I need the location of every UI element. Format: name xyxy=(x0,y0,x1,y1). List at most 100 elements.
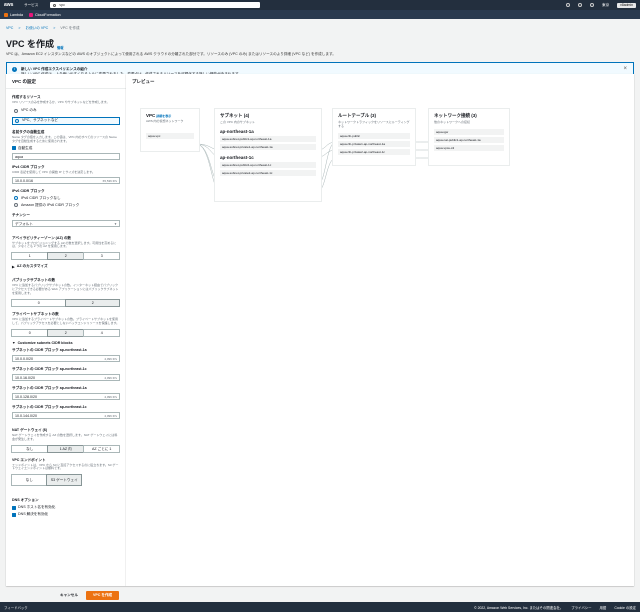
favorites-bar: Lambda CloudFormation xyxy=(0,10,640,19)
info-link[interactable]: 情報 xyxy=(57,45,63,50)
search-input[interactable]: vpc xyxy=(50,2,261,8)
footer-bar: フィードバック © 2022, Amazon Web Services, Inc… xyxy=(0,602,640,612)
favorite-cloudformation[interactable]: CloudFormation xyxy=(29,12,61,17)
cidr-input[interactable]: 10.0.0.0/20 4,096 IPs xyxy=(12,354,120,362)
cidr-value: 10.0.0.0/20 xyxy=(15,356,33,361)
az-customize-toggle[interactable]: ▶ AZ のカスタマイズ xyxy=(12,264,120,269)
radio-amazon-ipv6[interactable]: Amazon 提供の IPv6 CIDR ブロック xyxy=(12,203,120,208)
cidr-customize-toggle[interactable]: ▼ Customize subnets CIDR blocks xyxy=(12,341,120,345)
dns-resolution-checkbox[interactable]: DNS 解決を有効化 xyxy=(12,512,120,517)
page-title: VPC を作成 xyxy=(6,39,55,49)
radio-selected-icon xyxy=(15,118,19,123)
cidr-ip-count: 4,096 IPs xyxy=(104,413,117,418)
account-menu[interactable]: v8admin xyxy=(617,2,636,8)
checkbox-label: DNS 解決を有効化 xyxy=(18,512,49,517)
private-option-4[interactable]: 4 xyxy=(83,328,120,337)
az-option-2[interactable]: 2 xyxy=(47,252,84,261)
ipv4-label: IPv4 CIDR ブロック xyxy=(12,164,45,169)
vpc-card-title: VPC xyxy=(146,113,156,118)
preview-network-card: ネットワーク接続 (3) 他のネットワークへの接続 aqua-igw aqua-… xyxy=(428,108,510,166)
cancel-button[interactable]: キャンセル xyxy=(60,591,78,600)
nat-option-per-az[interactable]: AZ ごとに 1 xyxy=(83,444,120,453)
endpoint-option-s3[interactable]: S3 ゲートウェイ xyxy=(46,474,82,487)
help-icon[interactable] xyxy=(589,3,594,7)
privacy-link[interactable]: プライバシー xyxy=(571,605,591,610)
checkbox-label: DNS ホスト名を有効化 xyxy=(18,505,56,510)
radio-vpc-and-more[interactable]: VPC、サブネットなど xyxy=(12,116,120,125)
nat-option-none[interactable]: なし xyxy=(11,444,48,453)
az-1a-heading: ap-northeast-1a xyxy=(220,129,254,134)
ipv4-cidr-input[interactable]: 10.0.0.0/16 65,536 IPs xyxy=(12,176,120,184)
public-subnet-selector: 0 2 xyxy=(11,299,120,308)
public-option-0[interactable]: 0 xyxy=(11,299,66,308)
preview-subnets-card: サブネット (4) この VPC 内のサブネット ap-northeast-1a… xyxy=(214,108,322,202)
services-menu[interactable]: サービス xyxy=(24,3,38,8)
cidr-label: サブネットの CIDR ブロック ap-northeast-1c xyxy=(12,404,87,409)
lambda-icon xyxy=(4,12,8,17)
cidr-input[interactable]: 10.0.144.0/20 4,096 IPs xyxy=(12,411,120,419)
subnet-resource: aqua-subnet-private2-ap-northeast-1c xyxy=(220,170,316,176)
dns-label: DNS オプション xyxy=(12,498,39,503)
toggle-label: Customize subnets CIDR blocks xyxy=(17,340,73,345)
preview-heading: プレビュー xyxy=(132,79,155,84)
checkbox-checked-icon xyxy=(12,146,16,151)
cidr-value: 10.0.144.0/20 xyxy=(15,413,37,418)
radio-label: VPC のみ xyxy=(21,108,37,113)
favorite-lambda[interactable]: Lambda xyxy=(4,12,23,17)
tenancy-select[interactable]: デフォルト ▼ xyxy=(12,219,120,227)
nat-hint: NAT ゲートウェイを作成する AZ の数を選択します。NAT ゲートウェイには… xyxy=(12,432,118,441)
search-value: vpc xyxy=(59,3,65,7)
ipv4-value: 10.0.0.0/16 xyxy=(15,178,33,183)
radio-no-ipv6[interactable]: IPv6 CIDR ブロックなし xyxy=(12,196,120,201)
cidr-input[interactable]: 10.0.16.0/20 4,096 IPs xyxy=(12,373,120,381)
top-nav-bar: aws サービス vpc 東京 v8admin xyxy=(0,0,640,10)
tenancy-value: デフォルト xyxy=(15,221,33,226)
breadcrumb-vpc[interactable]: VPC xyxy=(6,26,13,31)
name-tag-input[interactable]: aqua xyxy=(12,152,120,160)
breadcrumb-current: VPC を作成 xyxy=(60,26,80,30)
checkbox-checked-icon xyxy=(12,512,16,517)
aws-logo[interactable]: aws xyxy=(4,2,16,8)
preview-panel: プレビュー VPC 詳細を表示 AWS 内の仮想ネットワーク aqua-vpc … xyxy=(126,74,634,586)
public-option-2[interactable]: 2 xyxy=(65,299,120,308)
public-subnets-hint: VPC に追加するパブリックサブネットの数。インターネット経由でパブリックにアク… xyxy=(12,283,119,296)
az-option-1[interactable]: 1 xyxy=(11,252,48,261)
radio-vpc-only[interactable]: VPC のみ xyxy=(12,107,120,115)
toggle-label: AZ のカスタマイズ xyxy=(16,264,48,269)
private-option-0[interactable]: 0 xyxy=(11,328,48,337)
routes-card-title: ルートテーブル (3) xyxy=(338,113,376,118)
cookie-settings-link[interactable]: Cookie の設定 xyxy=(614,605,636,610)
dns-hostnames-checkbox[interactable]: DNS ホスト名を有効化 xyxy=(12,505,120,510)
radio-icon xyxy=(14,108,18,113)
ipv6-label: IPv6 CIDR ブロック xyxy=(12,188,45,193)
endpoint-selector: なし S3 ゲートウェイ xyxy=(11,474,82,487)
autogenerate-checkbox[interactable]: 自動生成 xyxy=(12,146,120,151)
terms-link[interactable]: 用語 xyxy=(600,605,607,610)
network-resource: aqua-nat-public1-ap-northeast-1a xyxy=(434,137,504,143)
vpc-details-link[interactable]: 詳細を表示 xyxy=(156,114,171,118)
nat-option-one-az[interactable]: 1 AZ 内 xyxy=(47,444,84,453)
az-option-3[interactable]: 3 xyxy=(83,252,120,261)
close-icon[interactable]: × xyxy=(623,66,627,72)
endpoint-option-none[interactable]: なし xyxy=(11,474,47,487)
radio-label: VPC、サブネットなど xyxy=(22,118,59,123)
breadcrumb-your-vpcs[interactable]: お使いの VPC xyxy=(26,26,49,31)
caret-right-icon: ▶ xyxy=(12,264,15,269)
region-selector[interactable]: 東京 xyxy=(602,3,609,8)
preview-route-tables-card: ルートテーブル (3) ネットワークトラフィックをリソースにルーティングする a… xyxy=(332,108,416,166)
cidr-label: サブネットの CIDR ブロック ap-northeast-1c xyxy=(12,366,87,371)
settings-heading: VPC の設定 xyxy=(12,79,37,84)
private-option-2[interactable]: 2 xyxy=(47,328,84,337)
feedback-link[interactable]: フィードバック xyxy=(4,605,28,610)
radio-icon xyxy=(14,203,18,208)
az-1c-heading: ap-northeast-1c xyxy=(220,155,254,160)
create-vpc-button[interactable]: VPC を作成 xyxy=(85,591,120,600)
network-card-subtitle: 他のネットワークへの接続 xyxy=(434,120,471,124)
notifications-icon[interactable] xyxy=(577,3,582,7)
route-table-resource: aqua-rtb-private1-ap-northeast-1a xyxy=(338,141,410,147)
network-resource: aqua-vpce-s3 xyxy=(434,145,504,151)
breadcrumb-separator: > xyxy=(53,26,56,30)
az-hint: サブネットをプロビジョニングする AZ の数を選択します。可用性を高めるには、少… xyxy=(12,240,117,249)
cidr-input[interactable]: 10.0.128.0/20 4,096 IPs xyxy=(12,392,120,400)
cloudshell-icon[interactable] xyxy=(565,3,570,7)
